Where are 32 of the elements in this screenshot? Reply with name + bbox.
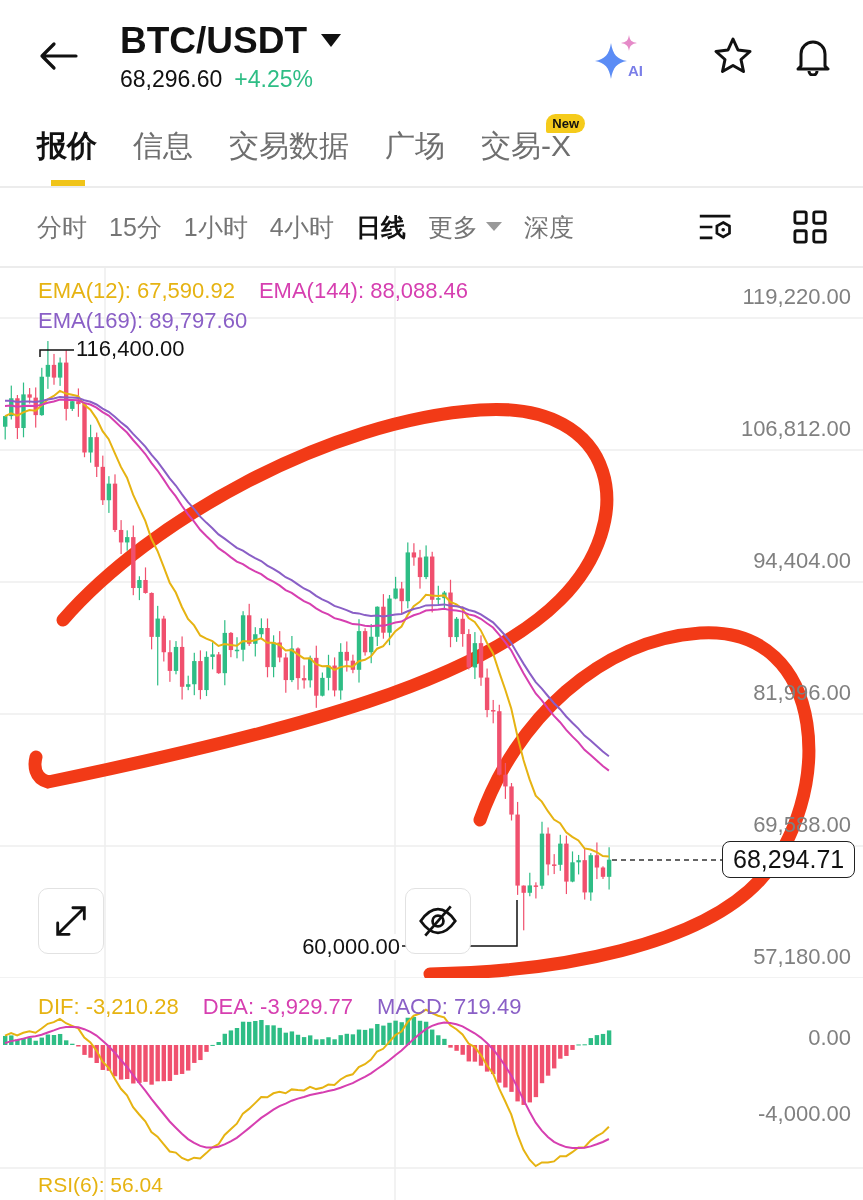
tab[interactable]: 报价: [37, 112, 111, 186]
ema-legend-label: EMA(144): 88,088.46: [258, 278, 469, 304]
interval-tab[interactable]: 15分: [109, 210, 162, 244]
interval-tab[interactable]: 深度: [523, 210, 574, 244]
macd-legend-label: MACD: 719.49: [377, 994, 522, 1020]
tab[interactable]: 信息: [133, 112, 207, 186]
tab[interactable]: 交易数据: [229, 112, 363, 186]
ema-legend-label: EMA(169): 89,797.60: [38, 308, 248, 334]
price-axis-label: 106,812.00: [740, 416, 851, 442]
last-price: 68,296.60: [120, 65, 223, 93]
interval-dropdown[interactable]: 更多: [427, 210, 502, 244]
rsi-legend-label: RSI(6): 56.04: [38, 1174, 163, 1195]
tab[interactable]: 交易-X New: [481, 112, 585, 186]
price-axis-label: 94,404.00: [753, 548, 851, 574]
low-price-label: 60,000.00: [302, 934, 400, 960]
price-axis-label: 119,220.00: [742, 284, 851, 310]
price-change: +4.25%: [234, 65, 313, 93]
high-price-label: 116,400.00: [76, 336, 185, 362]
price-axis-label: 57,180.00: [753, 944, 851, 970]
macd-axis-label: 0.00: [808, 1025, 851, 1051]
current-price-tag: 68,294.71: [722, 841, 856, 878]
macd-axis-label: -4,000.00: [758, 1101, 851, 1127]
tab[interactable]: 广场: [385, 112, 459, 186]
new-badge: New: [546, 114, 585, 133]
pair-title[interactable]: BTC/USDT: [120, 19, 308, 62]
interval-tab[interactable]: 分时: [37, 210, 87, 244]
macd-legend-label: DIF: -3,210.28: [38, 994, 179, 1020]
ema-legend-label: EMA(12): 67,590.92: [38, 278, 235, 304]
interval-tab[interactable]: 4小时: [269, 210, 334, 244]
interval-tab[interactable]: 1小时: [183, 210, 248, 244]
macd-legend-label: DEA: -3,929.77: [202, 994, 354, 1020]
interval-tab[interactable]: 日线: [355, 210, 406, 244]
